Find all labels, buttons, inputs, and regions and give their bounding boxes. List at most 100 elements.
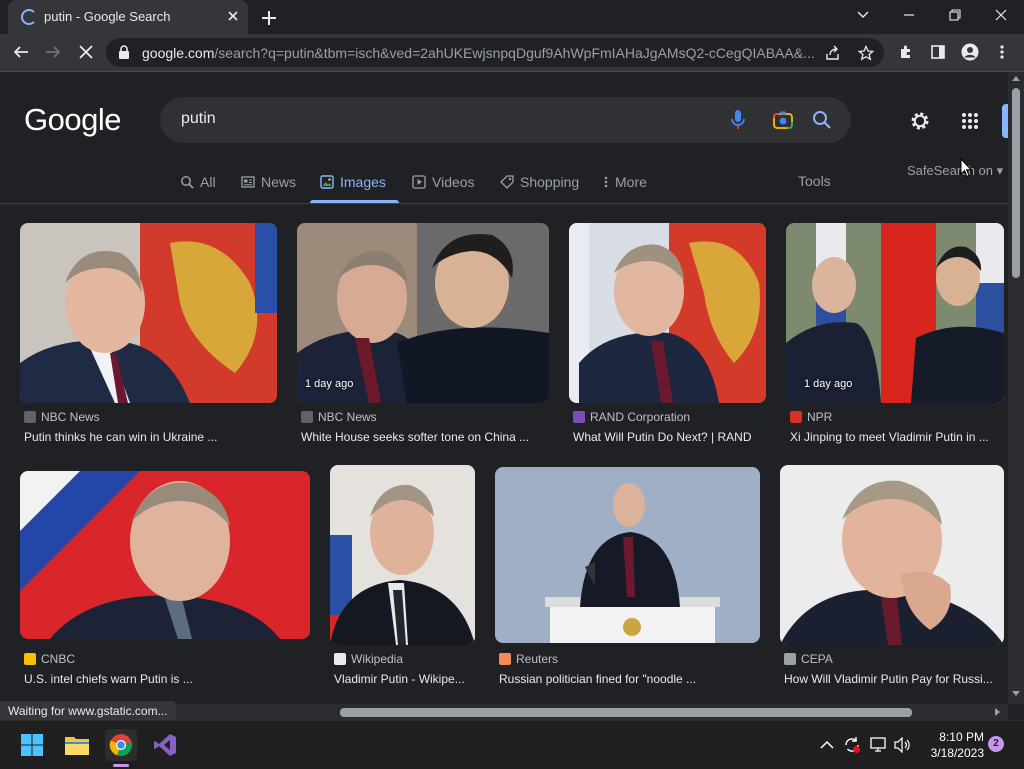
source-favicon <box>573 411 585 423</box>
tools-button[interactable]: Tools <box>798 173 831 189</box>
source-label[interactable]: Wikipedia <box>334 652 403 666</box>
menu-kebab-icon[interactable] <box>991 41 1013 63</box>
tab-more[interactable]: More <box>603 172 647 192</box>
image-result[interactable]: Wikipedia Vladimir Putin - Wikipe... <box>330 465 475 696</box>
image-result[interactable]: RAND Corporation What Will Putin Do Next… <box>569 223 766 453</box>
url-text[interactable]: google.com/search?q=putin&tbm=isch&ved=2… <box>142 45 818 61</box>
tab-label: Videos <box>432 174 475 190</box>
result-thumbnail[interactable] <box>20 471 310 639</box>
result-thumbnail[interactable] <box>786 223 1004 403</box>
new-tab-icon[interactable] <box>258 7 280 29</box>
apps-grid-icon[interactable] <box>957 108 983 134</box>
result-caption[interactable]: Russian politician fined for "noodle ... <box>499 672 760 686</box>
tag-icon <box>500 175 514 189</box>
settings-gear-icon[interactable] <box>907 108 933 134</box>
tab-label: Images <box>340 174 386 190</box>
share-icon[interactable] <box>822 42 844 64</box>
source-favicon <box>499 653 511 665</box>
safesearch-toggle[interactable]: SafeSearch on ▾ <box>907 163 1003 179</box>
file-explorer-icon[interactable] <box>61 729 93 761</box>
stop-loading-icon[interactable] <box>75 41 97 63</box>
source-favicon <box>24 653 36 665</box>
result-thumbnail[interactable] <box>569 223 766 403</box>
result-thumbnail[interactable] <box>20 223 277 403</box>
volume-icon[interactable] <box>894 736 912 754</box>
dropdown-arrow-icon: ▾ <box>996 163 1004 178</box>
taskbar-clock[interactable]: 8:10 PM 3/18/2023 <box>922 729 984 761</box>
result-caption[interactable]: Vladimir Putin - Wikipe... <box>334 672 475 686</box>
clock-time: 8:10 PM <box>939 730 984 744</box>
search-box[interactable]: putin <box>160 97 851 143</box>
source-favicon <box>334 653 346 665</box>
result-caption[interactable]: How Will Vladimir Putin Pay for Russi... <box>784 672 1004 686</box>
mouse-pointer-icon <box>960 157 973 181</box>
tab-videos[interactable]: Videos <box>412 172 475 192</box>
network-icon[interactable] <box>870 736 888 754</box>
address-bar[interactable]: google.com/search?q=putin&tbm=isch&ved=2… <box>106 38 884 67</box>
source-label[interactable]: Reuters <box>499 652 558 666</box>
visual-studio-icon[interactable] <box>149 729 181 761</box>
microphone-icon[interactable] <box>726 108 750 132</box>
result-caption[interactable]: Xi Jinping to meet Vladimir Putin in ... <box>790 430 1004 444</box>
source-label[interactable]: NPR <box>790 410 832 424</box>
result-thumbnail[interactable] <box>297 223 549 403</box>
play-icon <box>412 175 426 189</box>
image-result[interactable]: 1 day ago NPR Xi Jinping to meet Vladimi… <box>786 223 1004 453</box>
source-label[interactable]: NBC News <box>301 410 377 424</box>
tab-images[interactable]: Images <box>320 172 386 192</box>
source-label[interactable]: CEPA <box>784 652 833 666</box>
result-thumbnail[interactable] <box>495 467 760 643</box>
source-name: CNBC <box>41 652 76 666</box>
scroll-up-icon[interactable] <box>1012 75 1020 81</box>
result-caption[interactable]: White House seeks softer tone on China .… <box>301 430 549 444</box>
source-label[interactable]: RAND Corporation <box>573 410 690 424</box>
close-window-icon[interactable] <box>978 0 1024 30</box>
scroll-right-icon[interactable] <box>995 708 1001 716</box>
more-vert-icon <box>604 176 608 188</box>
result-thumbnail[interactable] <box>330 465 475 645</box>
lock-icon[interactable] <box>117 45 131 63</box>
side-panel-icon[interactable] <box>927 41 949 63</box>
image-result[interactable]: NBC News Putin thinks he can win in Ukra… <box>20 223 277 453</box>
news-icon <box>241 176 255 188</box>
minimize-icon[interactable] <box>886 0 932 30</box>
source-name: Reuters <box>516 652 559 666</box>
chrome-icon[interactable] <box>105 729 137 761</box>
tab-news[interactable]: News <box>241 172 296 192</box>
windows-start-icon[interactable] <box>16 729 48 761</box>
result-caption[interactable]: Putin thinks he can win in Ukraine ... <box>24 430 276 444</box>
tab-shopping[interactable]: Shopping <box>500 172 579 192</box>
source-label[interactable]: NBC News <box>24 410 100 424</box>
back-icon[interactable] <box>10 41 32 63</box>
url-path: /search?q=putin&tbm=isch&ved=2ahUKEwjsnp… <box>214 45 815 61</box>
restore-icon[interactable] <box>932 0 978 30</box>
tab-all[interactable]: All <box>180 172 216 192</box>
image-result[interactable]: Reuters Russian politician fined for "no… <box>495 467 760 696</box>
profile-icon[interactable] <box>959 41 981 63</box>
source-name: NBC News <box>41 410 100 424</box>
bookmark-star-icon[interactable] <box>855 42 877 64</box>
tab-search-chevron-icon[interactable] <box>840 0 886 30</box>
vertical-scroll-thumb[interactable] <box>1012 88 1020 278</box>
chevron-up-icon[interactable] <box>818 736 836 754</box>
notification-badge[interactable]: 2 <box>988 736 1004 752</box>
search-icon[interactable] <box>810 108 834 132</box>
extensions-icon[interactable] <box>895 41 917 63</box>
source-label[interactable]: CNBC <box>24 652 75 666</box>
result-thumbnail[interactable] <box>780 465 1004 645</box>
result-caption[interactable]: What Will Putin Do Next? | RAND <box>573 430 766 444</box>
google-logo[interactable]: Google <box>24 102 121 138</box>
image-result[interactable]: CEPA How Will Vladimir Putin Pay for Rus… <box>780 465 1004 696</box>
camera-lens-icon[interactable] <box>771 108 795 132</box>
image-result[interactable]: 1 day ago NBC News White House seeks sof… <box>297 223 549 453</box>
vertical-scrollbar[interactable] <box>1008 72 1024 704</box>
scroll-down-icon[interactable] <box>1012 691 1020 697</box>
image-result[interactable]: CNBC U.S. intel chiefs warn Putin is ... <box>20 471 310 696</box>
horizontal-scroll-thumb[interactable] <box>340 708 912 717</box>
result-caption[interactable]: U.S. intel chiefs warn Putin is ... <box>24 672 310 686</box>
sync-alert-icon[interactable] <box>843 736 861 754</box>
close-tab-icon[interactable] <box>224 7 242 25</box>
browser-tab[interactable]: putin - Google Search <box>8 0 248 34</box>
forward-icon[interactable] <box>42 41 64 63</box>
search-input[interactable]: putin <box>181 110 216 128</box>
